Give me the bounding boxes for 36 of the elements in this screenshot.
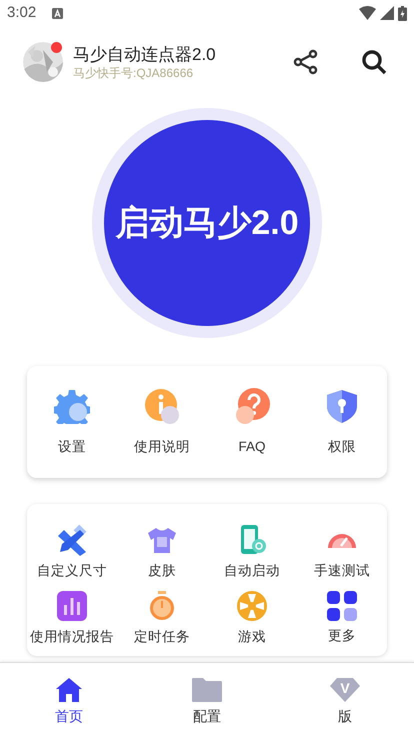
diamond-icon: V xyxy=(329,677,361,703)
share-icon xyxy=(293,49,319,75)
tool-button[interactable]: 使用情况报告 xyxy=(27,590,117,646)
wifi-icon xyxy=(359,6,376,20)
tool-button[interactable]: 游戏 xyxy=(207,590,297,646)
quick-action-button[interactable]: 设置 xyxy=(27,388,117,456)
tool-button[interactable]: 手速测试 xyxy=(297,524,387,580)
bar-chart-icon xyxy=(56,590,88,622)
quick-action-button[interactable]: 使用说明 xyxy=(117,388,207,456)
nav-tab[interactable]: V 版 xyxy=(276,663,414,736)
quick-action-button[interactable]: 权限 xyxy=(297,388,387,456)
account-id: 马少快手号:QJA86666 xyxy=(73,64,194,80)
nav-tab[interactable]: 首页 xyxy=(0,663,138,736)
quick-action-button[interactable]: FAQ xyxy=(207,388,297,456)
folder-icon xyxy=(191,677,223,703)
tool-button[interactable]: 皮肤 xyxy=(117,524,207,580)
question-icon xyxy=(234,388,270,424)
tool-button[interactable]: 定时任务 xyxy=(117,590,207,646)
shield-icon xyxy=(324,388,360,424)
tool-button[interactable]: 更多 xyxy=(297,590,387,646)
home-icon xyxy=(55,677,83,703)
start-button[interactable]: 启动马少2.0 xyxy=(104,120,310,326)
gear-icon xyxy=(54,388,90,424)
signal-icon xyxy=(380,6,394,20)
ruler-pencil-icon xyxy=(56,524,88,556)
nav-tab[interactable]: 配置 xyxy=(138,663,276,736)
info-icon xyxy=(144,388,180,424)
status-time: 3:02 xyxy=(7,2,36,23)
notification-icon xyxy=(52,8,64,18)
wheel-icon xyxy=(236,590,268,622)
search-icon xyxy=(361,49,387,75)
tool-button[interactable]: 自动启动 xyxy=(207,524,297,580)
tool-button[interactable]: 自定义尺寸 xyxy=(27,524,117,580)
battery-icon xyxy=(398,6,407,20)
app-title: 马少自动连点器2.0 xyxy=(73,44,217,64)
grid-icon xyxy=(327,591,357,621)
